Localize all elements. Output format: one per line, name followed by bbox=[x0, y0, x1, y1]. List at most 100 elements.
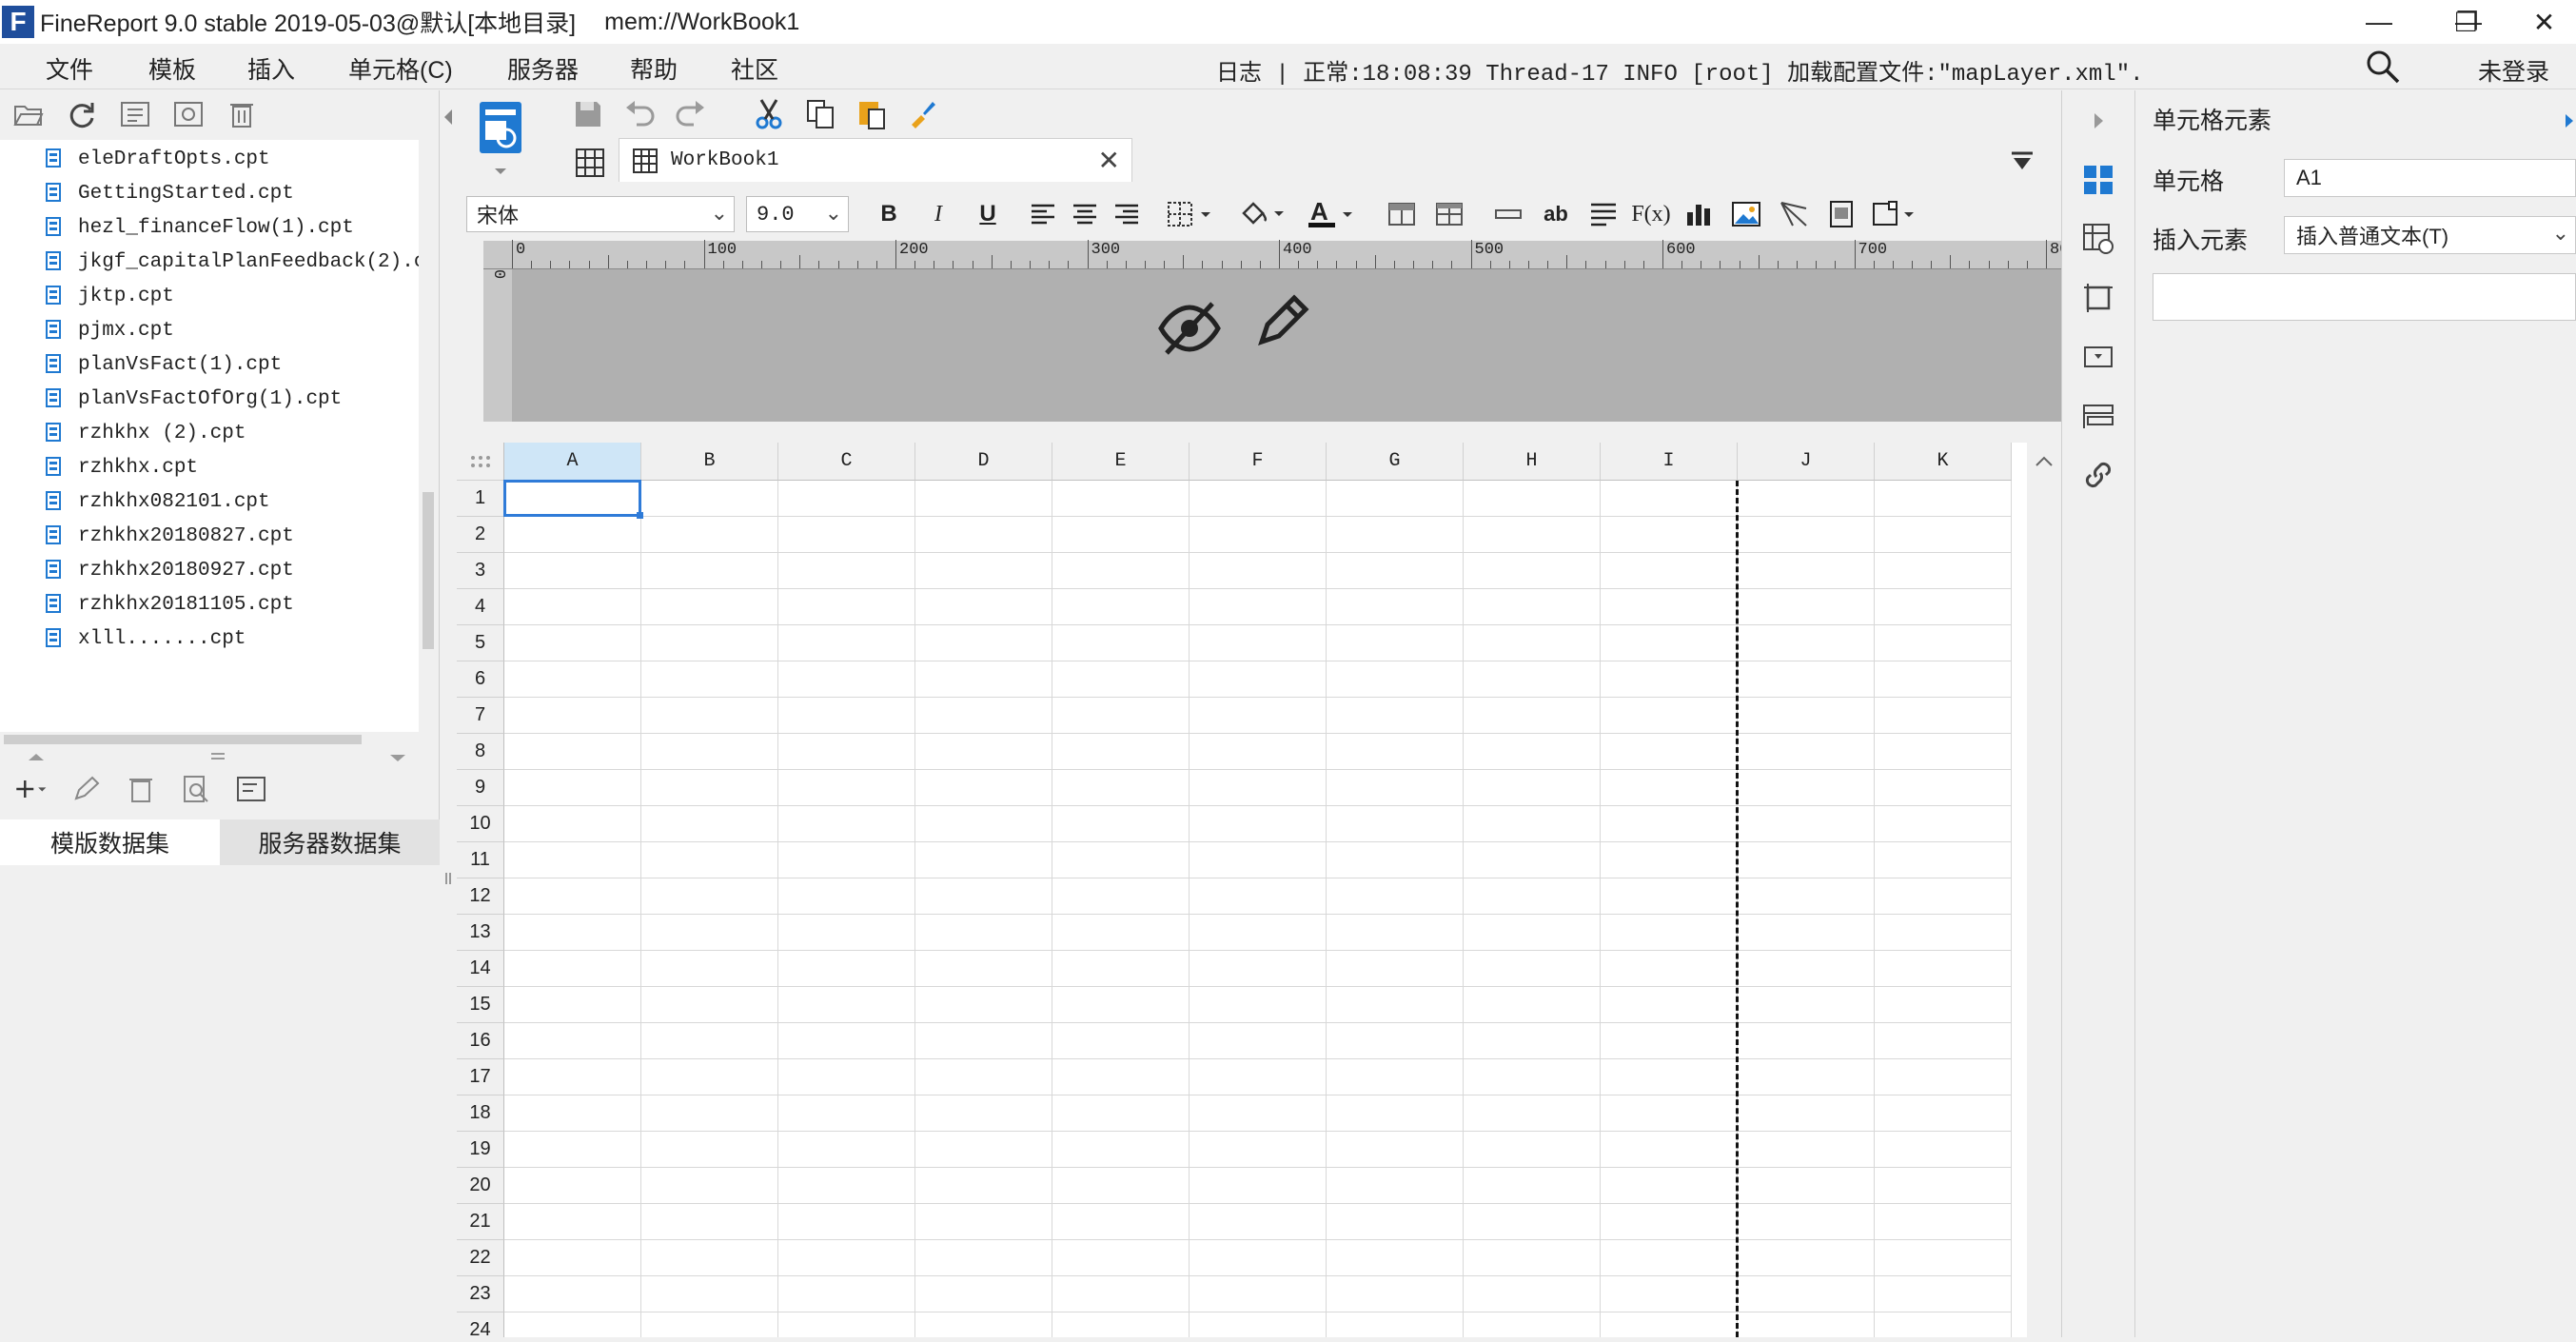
tab-workbook1[interactable]: WorkBook1 ✕ bbox=[619, 138, 1132, 182]
font-family-select[interactable]: 宋体 ⌄ bbox=[466, 196, 735, 232]
unmerge-cells-button[interactable] bbox=[1426, 195, 1473, 233]
column-header[interactable]: I bbox=[1601, 443, 1738, 481]
row-header[interactable]: 1 bbox=[457, 481, 504, 517]
selected-cell[interactable] bbox=[503, 480, 643, 519]
row-header[interactable]: 19 bbox=[457, 1132, 504, 1168]
italic-button[interactable]: I bbox=[914, 195, 963, 233]
save-icon[interactable] bbox=[571, 97, 605, 131]
edit-dataset-icon[interactable] bbox=[69, 772, 103, 806]
row-header[interactable]: 13 bbox=[457, 915, 504, 951]
insert-chart-button[interactable] bbox=[1675, 195, 1722, 233]
row-header[interactable]: 20 bbox=[457, 1168, 504, 1204]
merge-cells-button[interactable] bbox=[1378, 195, 1426, 233]
insert-element-select[interactable]: 插入普通文本(T) ⌄ bbox=[2284, 216, 2576, 254]
row-header[interactable]: 7 bbox=[457, 698, 504, 734]
new-template-button[interactable] bbox=[476, 96, 529, 182]
delete-icon[interactable] bbox=[225, 97, 259, 131]
column-header[interactable]: J bbox=[1738, 443, 1875, 481]
bold-button[interactable]: B bbox=[864, 195, 914, 233]
align-right-button[interactable] bbox=[1106, 195, 1148, 233]
row-header[interactable]: 16 bbox=[457, 1023, 504, 1059]
cell-address-field[interactable]: A1 bbox=[2284, 159, 2576, 197]
menu-file[interactable]: 文件 bbox=[46, 51, 93, 86]
insert-slash-button[interactable] bbox=[1770, 195, 1818, 233]
format-painter-icon[interactable] bbox=[906, 97, 940, 131]
minimize-button-2[interactable]: — bbox=[2341, 0, 2417, 44]
redo-icon[interactable] bbox=[674, 97, 708, 131]
row-header[interactable]: 4 bbox=[457, 589, 504, 625]
edit-header-icon[interactable] bbox=[1252, 294, 1311, 355]
condition-tab-icon[interactable] bbox=[2079, 397, 2117, 435]
row-header[interactable]: 10 bbox=[457, 806, 504, 842]
settings-icon[interactable] bbox=[171, 97, 206, 131]
restore-button[interactable]: ❐ bbox=[2429, 0, 2505, 44]
row-header[interactable]: 12 bbox=[457, 878, 504, 915]
dataset-param-icon[interactable] bbox=[234, 772, 268, 806]
spreadsheet-grid[interactable]: A B C D E F G H I J K 1 2 3 4 5 6 7 8 9 10 11 12 13 14 15 16 17 18 19… bbox=[457, 443, 2027, 1337]
hide-preview-icon[interactable] bbox=[1157, 298, 1222, 359]
border-button[interactable] bbox=[1159, 195, 1220, 233]
panel-pin-icon[interactable] bbox=[2562, 111, 2576, 130]
tab-list-icon[interactable] bbox=[2008, 148, 2036, 176]
menu-help[interactable]: 帮助 bbox=[630, 51, 678, 86]
file-list-hscrollbar[interactable] bbox=[0, 732, 419, 747]
tab-close-icon[interactable]: ✕ bbox=[1098, 145, 1120, 176]
file-item[interactable]: pjmx.cpt bbox=[40, 313, 174, 347]
file-item[interactable]: GettingStarted.cpt bbox=[40, 176, 294, 210]
cell-element-tab-icon[interactable] bbox=[2079, 161, 2117, 199]
menu-community[interactable]: 社区 bbox=[731, 51, 778, 86]
cell-content-editor[interactable] bbox=[2153, 273, 2576, 321]
close-button[interactable]: ✕ bbox=[2512, 0, 2576, 44]
row-header[interactable]: 17 bbox=[457, 1059, 504, 1095]
font-color-button[interactable]: A bbox=[1300, 195, 1361, 233]
left-panel-collapse[interactable] bbox=[440, 90, 457, 1337]
file-item[interactable]: jkgf_capitalPlanFeedback(2).cp bbox=[40, 245, 419, 279]
file-item[interactable]: rzhkhx082101.cpt bbox=[40, 484, 270, 519]
tab-template-datasets[interactable]: 模版数据集 bbox=[0, 819, 220, 865]
row-header[interactable]: 6 bbox=[457, 661, 504, 698]
paste-icon[interactable] bbox=[855, 97, 889, 131]
underline-button[interactable]: U bbox=[963, 195, 1013, 233]
fill-color-button[interactable] bbox=[1231, 195, 1292, 233]
column-header[interactable]: E bbox=[1052, 443, 1190, 481]
login-status[interactable]: 未登录 bbox=[2478, 53, 2549, 88]
column-header[interactable]: D bbox=[915, 443, 1052, 481]
row-header[interactable]: 8 bbox=[457, 734, 504, 770]
tab-server-datasets[interactable]: 服务器数据集 bbox=[220, 819, 440, 865]
cut-icon[interactable] bbox=[752, 97, 786, 131]
select-all-corner[interactable] bbox=[457, 443, 504, 481]
file-item[interactable]: planVsFact(1).cpt bbox=[40, 347, 282, 382]
copy-icon[interactable] bbox=[803, 97, 837, 131]
font-size-select[interactable]: 9.0 ⌄ bbox=[746, 196, 849, 232]
menu-template[interactable]: 模板 bbox=[148, 51, 196, 86]
file-item[interactable]: xlll.......cpt bbox=[40, 622, 246, 656]
file-list-vscrollbar[interactable] bbox=[421, 140, 436, 732]
file-item[interactable]: rzhkhx20181105.cpt bbox=[40, 587, 294, 622]
widget-tab-icon[interactable] bbox=[2079, 338, 2117, 376]
column-header[interactable]: H bbox=[1464, 443, 1601, 481]
row-header[interactable]: 24 bbox=[457, 1312, 504, 1337]
file-item[interactable]: planVsFactOfOrg(1).cpt bbox=[40, 382, 342, 416]
row-header[interactable]: 21 bbox=[457, 1204, 504, 1240]
report-grid-icon[interactable] bbox=[571, 144, 609, 182]
column-header[interactable]: G bbox=[1327, 443, 1464, 481]
add-dataset-icon[interactable] bbox=[13, 772, 48, 806]
row-header[interactable]: 22 bbox=[457, 1240, 504, 1276]
row-header[interactable]: 9 bbox=[457, 770, 504, 806]
cell-attribute-tab-icon[interactable] bbox=[2079, 220, 2117, 258]
align-left-button[interactable] bbox=[1022, 195, 1064, 233]
file-item[interactable]: rzhkhx (2).cpt bbox=[40, 416, 246, 450]
row-header[interactable]: 11 bbox=[457, 842, 504, 878]
file-item[interactable]: eleDraftOpts.cpt bbox=[40, 142, 270, 176]
insert-image-button[interactable] bbox=[1722, 195, 1770, 233]
menu-insert[interactable]: 插入 bbox=[247, 51, 295, 86]
row-header[interactable]: 18 bbox=[457, 1095, 504, 1132]
column-header[interactable]: B bbox=[641, 443, 778, 481]
column-header[interactable]: K bbox=[1875, 443, 2012, 481]
row-header[interactable]: 2 bbox=[457, 517, 504, 553]
undo-icon[interactable] bbox=[622, 97, 657, 131]
insert-subreport-button[interactable] bbox=[1818, 195, 1865, 233]
row-header[interactable]: 15 bbox=[457, 987, 504, 1023]
file-item[interactable]: rzhkhx20180827.cpt bbox=[40, 519, 294, 553]
expand-panel-icon[interactable] bbox=[2079, 102, 2117, 140]
